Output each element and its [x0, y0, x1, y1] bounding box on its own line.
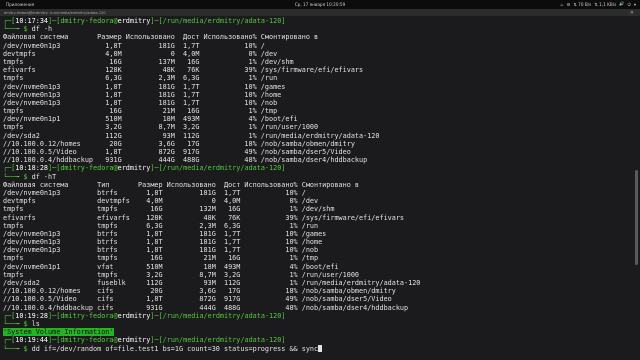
output-row: /dev/nvme0n1p3 btrfs 1,8T 181G 1,7T 10% …	[3, 188, 306, 197]
output-row: //10.100.0.4/hddbackup 931G 444G 488G 48…	[3, 156, 368, 165]
terminal-titlebar[interactable]: dmitry-fedora@erdmitry: /run/media/erdmi…	[0, 9, 640, 16]
output-row: /dev/nvme0n1p3 btrfs 1,8T 181G 1,7T 10% …	[3, 229, 327, 238]
download-speed: ⇅ 1,1 KB/s	[594, 1, 617, 7]
output-row: devtmpfs devtmpfs 4,0M 0 4,0M 0% /dev	[3, 197, 319, 206]
output-row: //10.100.0.12/homes cifs 20G 3,6G 17G 18…	[3, 287, 396, 296]
terminal-output[interactable]: ┌─[10:17:34]─[dmitry-fedora@erdmitry]─[/…	[0, 16, 633, 360]
prompt-line: ┌─[10:19:44]─[dmitry-fedora@erdmitry]─[/…	[3, 336, 286, 345]
volume-icon[interactable]: 🔊	[619, 1, 624, 7]
close-icon[interactable]: ✕	[630, 10, 634, 16]
chevron-down-icon[interactable]: ▾	[634, 2, 636, 7]
output-row: /dev/nvme0n1p3 1,8T 181G 1,7T 10% /nob	[3, 98, 278, 107]
output-row: //10.100.0.4/hddbackup cifs 931G 444G 48…	[3, 303, 409, 312]
prompt-line: ┌─[10:19:28]─[dmitry-fedora@erdmitry]─[/…	[3, 311, 286, 320]
upload-speed: ⇅ 70 B/s	[573, 1, 592, 7]
window-title: dmitry-fedora@erdmitry: /run/media/erdmi…	[4, 10, 106, 15]
settings-icon[interactable]: ⚙	[567, 2, 571, 7]
output-row: /dev/nvme0n1p3 1,8T 181G 1,7T 10% /games	[3, 82, 286, 91]
output-row: tmpfs 16G 137M 16G 1% /dev/shm	[3, 57, 294, 66]
command-line: └──╼ $ df -h	[3, 25, 53, 34]
system-tray: ☕ ⚙ ⇅ 70 B/s ⇅ 1,1 KB/s 🔊 ⏻ ▾	[560, 1, 636, 7]
prompt-line: ┌─[10:18:28]─[dmitry-fedora@erdmitry]─[/…	[3, 164, 286, 173]
output-row: /dev/nvme0n1p3 1,8T 181G 1,7T 10% /	[3, 41, 265, 50]
output-row: //10.100.0.5/Video cifs 1,8T 872G 917G 4…	[3, 295, 392, 304]
prompt-line: ┌─[10:17:34]─[dmitry-fedora@erdmitry]─[/…	[3, 17, 286, 25]
output-row: tmpfs tmpfs 16G 132M 16G 1% /dev/shm	[3, 205, 335, 214]
output-row: /dev/nvme0n1p1 vfat 510M 18M 493M 4% /bo…	[3, 262, 339, 271]
output-row: tmpfs tmpfs 3,2G 8,7M 3,2G 1% /run/user/…	[3, 270, 360, 279]
output-row: Файловая система Тип Размер Использовано…	[3, 180, 360, 189]
output-row: /dev/nvme0n1p1 510M 18M 493M 4% /boot/ef…	[3, 115, 298, 124]
ls-output: 'System Volume Information'	[3, 328, 114, 337]
output-row: //10.100.0.5/Video 1,8T 872G 917G 49% /n…	[3, 148, 351, 156]
power-icon[interactable]: ⏻	[628, 2, 631, 7]
system-top-bar: Приложения Ср, 17 января 10:20:59 ☕ ⚙ ⇅ …	[0, 0, 640, 9]
command-line: └──╼ $ ls	[3, 319, 40, 328]
clock[interactable]: Ср, 17 января 10:20:59	[0, 2, 640, 7]
output-row: devtmpfs 4,0M 0 4,0M 0% /dev	[3, 49, 278, 58]
output-row: //10.100.0.12/homes 20G 3,6G 17G 18% /no…	[3, 139, 355, 148]
command-line: └──╼ $ df -hT	[3, 172, 57, 181]
output-row: tmpfs tmpfs 6,3G 2,3M 6,3G 1% /run	[3, 221, 319, 230]
scrollbar[interactable]	[635, 170, 638, 265]
output-row: Файловая система Размер Использовано Дос…	[3, 33, 319, 42]
output-row: tmpfs 3,2G 8,7M 3,2G 1% /run/user/1000	[3, 123, 319, 132]
text-cursor	[318, 344, 323, 352]
output-row: /dev/nvme0n1p3 btrfs 1,8T 181G 1,7T 10% …	[3, 246, 319, 255]
output-row: /dev/sda2 fuseblk 112G 93M 112G 1% /run/…	[3, 279, 421, 287]
output-row: efivarfs efivarfs 128K 48K 76K 39% /sys/…	[3, 213, 405, 222]
output-row: tmpfs 16G 21M 16G 1% /tmp	[3, 107, 278, 116]
coffee-icon[interactable]: ☕	[560, 2, 564, 7]
command-line[interactable]: └──╼ $ dd if=/dev/random of=file.test1 b…	[3, 344, 633, 353]
output-row: /dev/nvme0n1p3 1,8T 181G 1,7T 10% /home	[3, 90, 282, 99]
output-row: /dev/sda2 112G 93M 112G 1% /run/media/er…	[3, 131, 380, 140]
output-row: /dev/nvme0n1p3 btrfs 1,8T 181G 1,7T 10% …	[3, 238, 323, 247]
output-row: efivarfs 128K 48K 76K 39% /sys/firmware/…	[3, 66, 364, 75]
output-row: tmpfs 6,3G 2,3M 6,3G 1% /run	[3, 74, 278, 83]
output-row: tmpfs tmpfs 16G 21M 16G 1% /tmp	[3, 254, 319, 263]
